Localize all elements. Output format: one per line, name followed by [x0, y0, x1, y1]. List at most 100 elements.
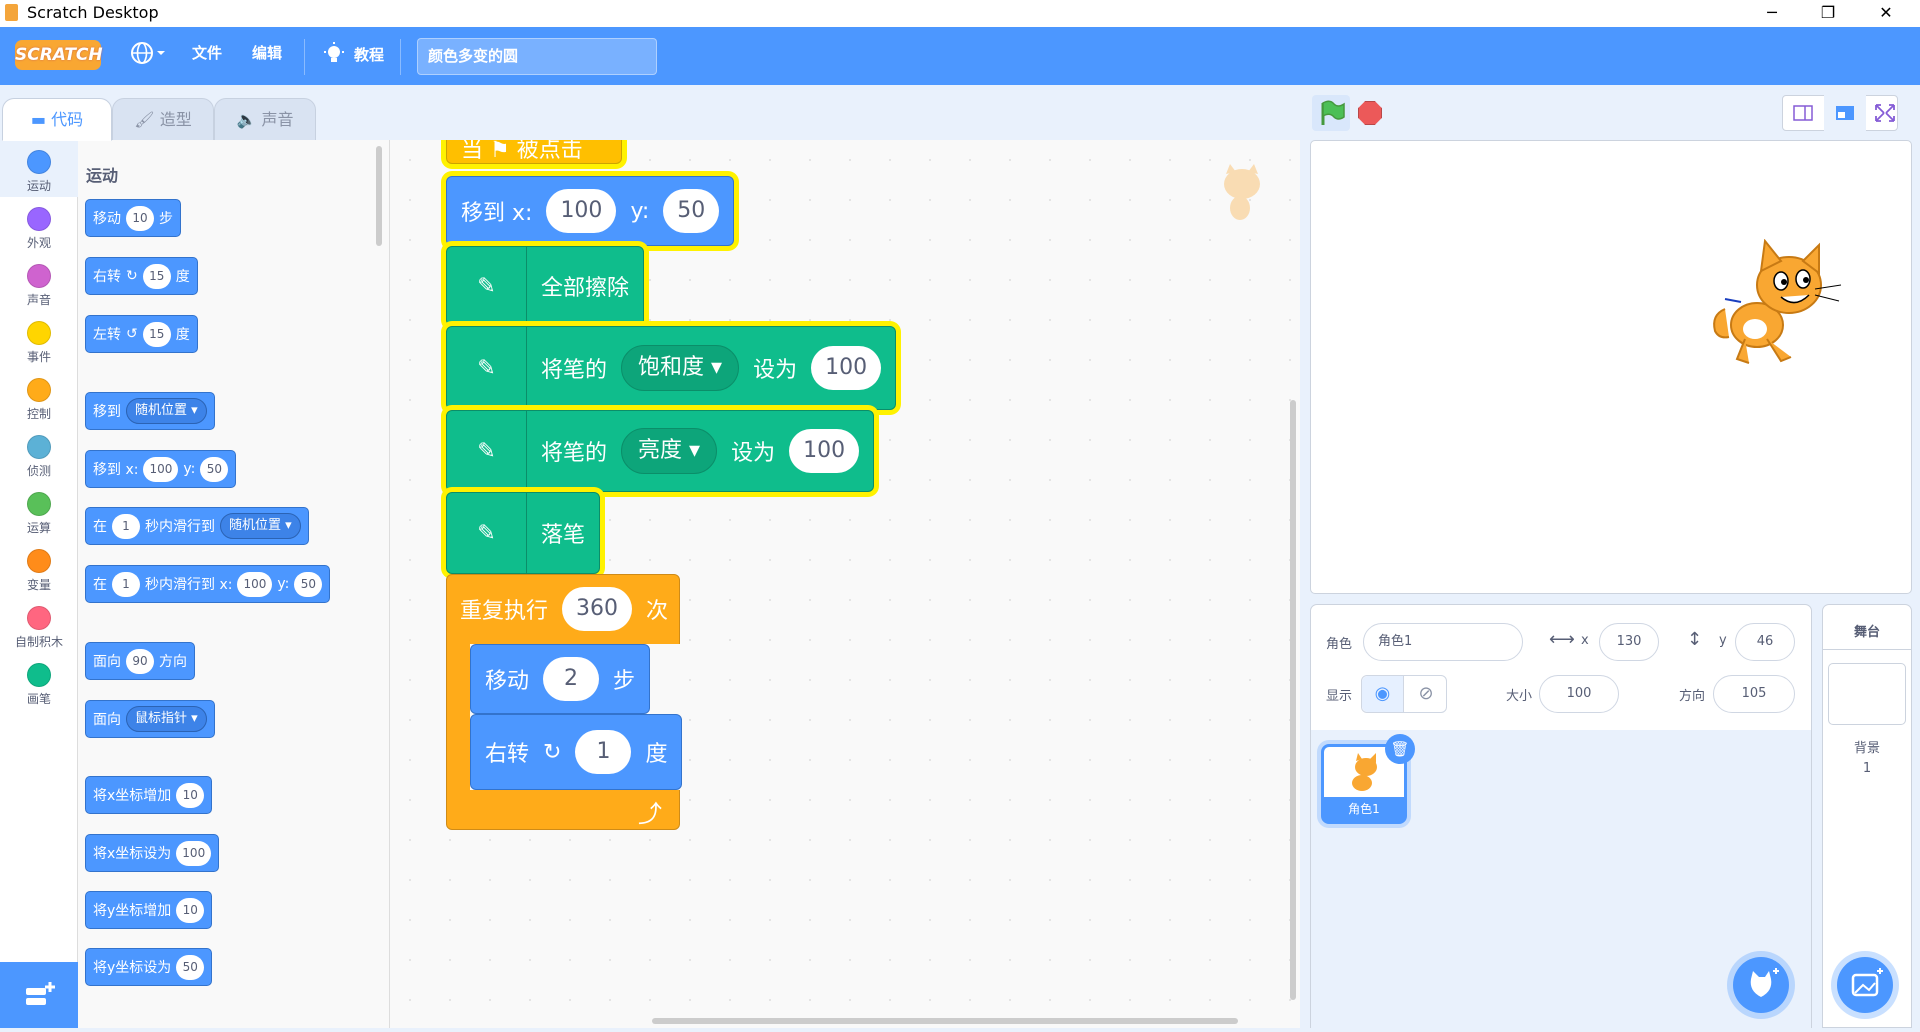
degrees-input[interactable]: 1	[575, 730, 632, 774]
category-item[interactable]: 运算	[0, 482, 78, 539]
tab-code[interactable]: ▬ 代码	[2, 98, 112, 141]
category-dot-icon	[27, 435, 51, 459]
block-palette: 运动 移动 10 步 右转 ↻ 15 度 左转 ↺ 15 度 移到 随机位置 ▾ 移到 x: 100…	[78, 140, 390, 1028]
seconds-input[interactable]: 1	[112, 513, 140, 539]
workspace-hscroll[interactable]	[652, 1018, 1238, 1024]
value-input[interactable]: 50	[176, 954, 205, 980]
size-input[interactable]: 100	[1539, 675, 1619, 713]
stage-canvas[interactable]	[1310, 140, 1912, 594]
category-item[interactable]: 自制积木	[0, 596, 78, 653]
towards-dropdown[interactable]: 鼠标指针 ▾	[126, 706, 207, 732]
category-item[interactable]: 运动	[0, 140, 78, 197]
block-text: 将y坐标设为	[93, 960, 172, 976]
file-menu[interactable]: 文件	[192, 42, 222, 63]
rotate-cw-icon: ↻	[543, 739, 562, 765]
eye-icon: ◉	[1374, 683, 1391, 704]
steps-input[interactable]: 2	[543, 657, 600, 701]
code-workspace[interactable]: 当 ⚑ 被点击 移到 x: 100 y: 50 ✎ 全部擦除 ✎ 将笔的 饱和度 ▾ 设为 10…	[390, 140, 1300, 1028]
x-position-input[interactable]: 130	[1599, 623, 1659, 661]
goto-block[interactable]: 移到 随机位置 ▾	[85, 392, 215, 430]
hide-sprite-button[interactable]: ⊘	[1405, 676, 1447, 712]
set-pen-brightness-block[interactable]: ✎ 将笔的 亮度 ▾ 设为 100	[446, 410, 875, 492]
glide-target-dropdown[interactable]: 随机位置 ▾	[220, 513, 301, 539]
direction-input[interactable]: 105	[1713, 675, 1795, 713]
tab-costumes[interactable]: 🖌 造型	[112, 98, 214, 141]
minimize-button[interactable]: ─	[1744, 0, 1800, 27]
edit-menu[interactable]: 编辑	[252, 42, 282, 63]
goto-xy-script-block[interactable]: 移到 x: 100 y: 50	[446, 176, 735, 246]
turn-right-script-block[interactable]: 右转 ↻ 1 度	[470, 714, 683, 790]
glide-block[interactable]: 在 1 秒内滑行到 随机位置 ▾	[85, 507, 309, 545]
category-item[interactable]: 控制	[0, 368, 78, 425]
pen-clear-block[interactable]: ✎ 全部擦除	[446, 246, 645, 326]
scratch-logo[interactable]: SCRATCH	[15, 40, 103, 70]
project-title-input[interactable]: 颜色多变的圆	[417, 38, 657, 75]
tutorials-menu[interactable]: 教程	[322, 42, 384, 66]
window-title: Scratch Desktop	[27, 3, 159, 22]
add-extension-button[interactable]	[0, 962, 78, 1028]
turn-left-block[interactable]: 左转 ↺ 15 度	[85, 315, 198, 353]
maximize-button[interactable]: ❐	[1800, 0, 1856, 27]
backdrop-thumbnail[interactable]	[1828, 663, 1906, 725]
seconds-input[interactable]: 1	[112, 571, 140, 597]
language-menu[interactable]	[130, 41, 166, 69]
move-steps-block[interactable]: 移动 10 步	[85, 199, 181, 237]
category-item[interactable]: 外观	[0, 197, 78, 254]
change-x-block[interactable]: 将x坐标增加 10	[85, 776, 213, 814]
category-item[interactable]: 侦测	[0, 425, 78, 482]
small-stage-button[interactable]	[1782, 95, 1824, 131]
stop-button[interactable]	[1358, 101, 1382, 125]
set-pen-saturation-block[interactable]: ✎ 将笔的 饱和度 ▾ 设为 100	[446, 326, 897, 410]
palette-scrollbar[interactable]	[376, 146, 382, 246]
category-item[interactable]: 事件	[0, 311, 78, 368]
goto-target-dropdown[interactable]: 随机位置 ▾	[126, 398, 207, 424]
y-input[interactable]: 50	[663, 189, 720, 233]
value-input[interactable]: 10	[176, 782, 205, 808]
delete-sprite-button[interactable]: 🗑	[1385, 734, 1415, 764]
block-text: 将x坐标设为	[93, 846, 172, 862]
value-input[interactable]: 10	[176, 897, 205, 923]
pen-param-dropdown[interactable]: 亮度 ▾	[621, 428, 718, 474]
large-stage-button[interactable]	[1824, 95, 1866, 131]
move-steps-script-block[interactable]: 移动 2 步	[470, 644, 651, 714]
close-button[interactable]: ✕	[1858, 0, 1914, 27]
value-input[interactable]: 100	[789, 429, 860, 473]
x-input[interactable]: 100	[143, 456, 179, 482]
fullscreen-button[interactable]	[1872, 95, 1898, 131]
direction-input[interactable]: 90	[126, 648, 154, 674]
glide-xy-block[interactable]: 在 1 秒内滑行到 x: 100 y: 50	[85, 565, 331, 603]
category-item[interactable]: 变量	[0, 539, 78, 596]
category-item[interactable]: 画笔	[0, 653, 78, 710]
repeat-count-input[interactable]: 360	[562, 587, 633, 631]
goto-xy-block[interactable]: 移到 x: 100 y: 50	[85, 450, 237, 488]
green-flag-button[interactable]	[1312, 95, 1350, 131]
turn-right-block[interactable]: 右转 ↻ 15 度	[85, 257, 198, 295]
choose-sprite-button[interactable]	[1733, 957, 1789, 1013]
workspace-vscroll[interactable]	[1290, 400, 1296, 1000]
point-towards-block[interactable]: 面向 鼠标指针 ▾	[85, 700, 215, 738]
tab-sounds[interactable]: 🔈 声音	[214, 98, 316, 141]
set-x-block[interactable]: 将x坐标设为 100	[85, 834, 220, 872]
cat-sprite[interactable]	[1707, 239, 1845, 371]
sprite-name-input[interactable]: 角色1	[1363, 623, 1523, 661]
y-position-input[interactable]: 46	[1735, 623, 1795, 661]
pen-param-dropdown[interactable]: 饱和度 ▾	[621, 345, 740, 391]
point-direction-block[interactable]: 面向 90 方向	[85, 642, 195, 680]
show-sprite-button[interactable]: ◉	[1362, 676, 1404, 712]
category-item[interactable]: 声音	[0, 254, 78, 311]
degrees-input[interactable]: 15	[142, 263, 171, 289]
block-text: 秒内滑行到	[145, 519, 215, 535]
degrees-input[interactable]: 15	[142, 321, 171, 347]
choose-backdrop-button[interactable]	[1837, 957, 1893, 1013]
change-y-block[interactable]: 将y坐标增加 10	[85, 891, 213, 929]
y-input[interactable]: 50	[294, 571, 323, 597]
value-input[interactable]: 100	[811, 346, 882, 390]
x-input[interactable]: 100	[237, 571, 273, 597]
pen-down-block[interactable]: ✎ 落笔	[446, 492, 601, 574]
y-input[interactable]: 50	[200, 456, 229, 482]
value-input[interactable]: 100	[176, 840, 212, 866]
set-y-block[interactable]: 将y坐标设为 50	[85, 948, 213, 986]
steps-input[interactable]: 10	[126, 205, 154, 231]
when-flag-clicked-block[interactable]: 当 ⚑ 被点击	[446, 140, 622, 164]
x-input[interactable]: 100	[546, 189, 617, 233]
